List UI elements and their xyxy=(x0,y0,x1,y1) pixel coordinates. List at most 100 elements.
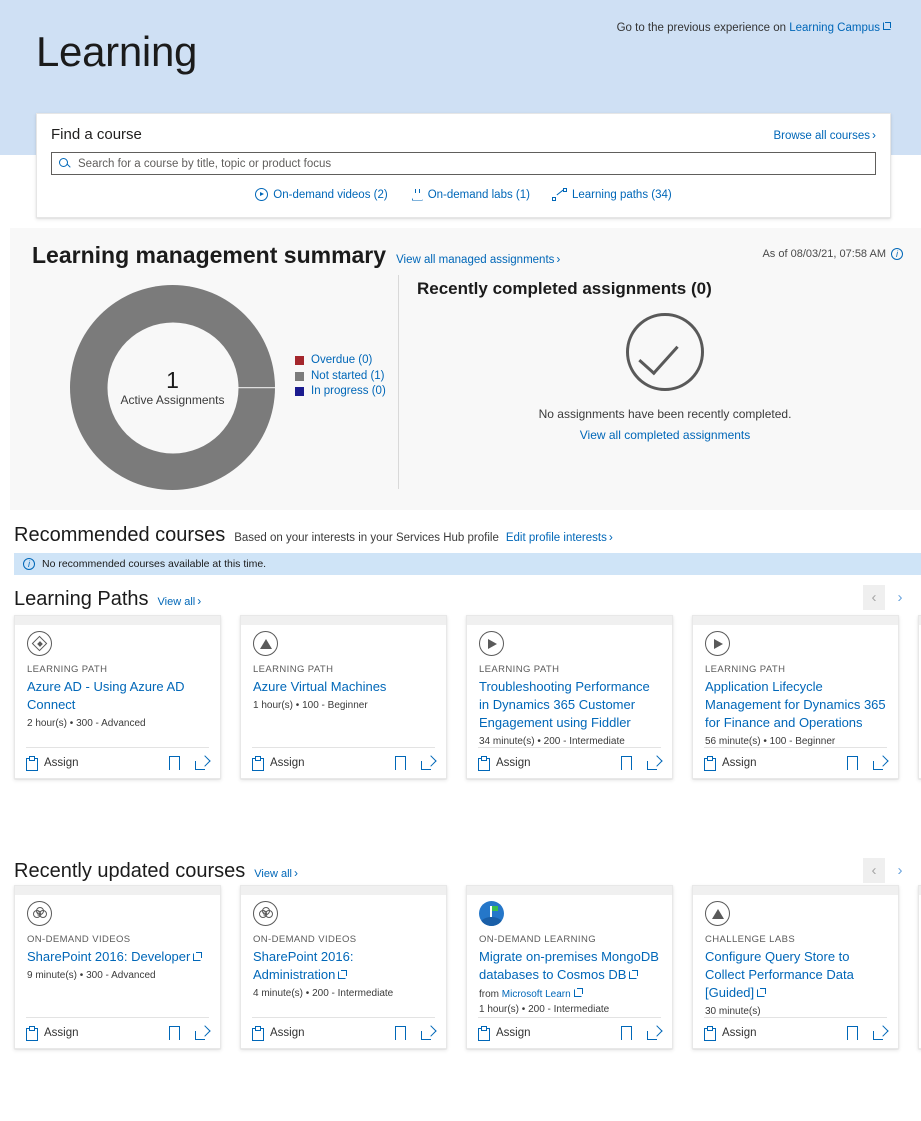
category-label: Learning paths (34) xyxy=(571,188,672,201)
edit-profile-interests-link[interactable]: Edit profile interests xyxy=(506,530,613,544)
recently-completed-empty-text: No assignments have been recently comple… xyxy=(538,407,792,421)
course-card[interactable]: ON-DEMAND LEARNING Migrate on-premises M… xyxy=(466,885,673,1049)
assign-button[interactable]: Assign xyxy=(704,756,757,771)
card-kicker: LEARNING PATH xyxy=(479,664,560,675)
recommended-courses-info-text: No recommended courses available at this… xyxy=(42,558,267,570)
donut-legend: Overdue (0) Not started (1) In progress … xyxy=(295,353,386,400)
share-icon[interactable] xyxy=(195,757,209,770)
bookmark-icon[interactable] xyxy=(395,756,406,770)
page-title: Learning xyxy=(36,28,198,75)
learning-paths-next-button[interactable]: › xyxy=(889,585,911,610)
info-icon[interactable] xyxy=(891,248,903,261)
find-a-course-title: Find a course xyxy=(51,126,142,143)
card-meta: 34 minute(s) • 200 - Intermediate xyxy=(479,736,625,747)
bookmark-icon[interactable] xyxy=(169,1026,180,1040)
learning-campus-link[interactable]: Learning Campus xyxy=(789,22,880,34)
card-color-band xyxy=(467,886,672,895)
microsoft-learn-link[interactable]: Microsoft Learn xyxy=(502,989,571,1000)
assign-button[interactable]: Assign xyxy=(478,1026,531,1041)
play-circle-icon xyxy=(705,631,730,656)
course-card[interactable]: S ON-DEMAND VIDEOS SharePoint 2016: Deve… xyxy=(14,885,221,1049)
card-color-band xyxy=(15,616,220,625)
view-all-managed-assignments-link[interactable]: View all managed assignments xyxy=(396,252,560,266)
assign-clipboard-icon xyxy=(26,1026,38,1041)
assign-button[interactable]: Assign xyxy=(704,1026,757,1041)
card-title-link[interactable]: Migrate on-premises MongoDB databases to… xyxy=(479,948,660,984)
recently-updated-header: Recently updated courses View all xyxy=(14,860,298,883)
share-icon[interactable] xyxy=(421,1027,435,1040)
search-input[interactable] xyxy=(76,156,869,171)
category-learning-paths[interactable]: Learning paths (34) xyxy=(551,188,672,201)
legend-item-overdue[interactable]: Overdue (0) xyxy=(295,353,386,369)
card-title-link[interactable]: Troubleshooting Performance in Dynamics … xyxy=(479,678,660,732)
learning-paths-carousel[interactable]: LEARNING PATH Azure AD - Using Azure AD … xyxy=(14,615,921,779)
assign-button[interactable]: Assign xyxy=(252,1026,305,1041)
learning-paths-view-all-link[interactable]: View all xyxy=(158,594,202,608)
view-all-completed-assignments-link[interactable]: View all completed assignments xyxy=(409,428,921,442)
assign-button[interactable]: Assign xyxy=(26,756,79,771)
assign-clipboard-icon xyxy=(478,1026,490,1041)
category-on-demand-videos[interactable]: On-demand videos (2) xyxy=(255,188,388,201)
card-title-link[interactable]: Application Lifecycle Management for Dyn… xyxy=(705,678,886,732)
share-icon[interactable] xyxy=(873,1027,887,1040)
as-of-timestamp: As of 08/03/21, 07:58 AM xyxy=(762,248,903,261)
external-link-icon xyxy=(193,952,203,961)
share-icon[interactable] xyxy=(647,757,661,770)
legend-item-not-started[interactable]: Not started (1) xyxy=(295,369,386,385)
share-icon[interactable] xyxy=(421,757,435,770)
bookmark-icon[interactable] xyxy=(169,756,180,770)
card-footer-actions xyxy=(621,756,661,770)
legend-label: Overdue (0) xyxy=(311,354,373,366)
recommended-courses-header: Recommended courses Based on your intere… xyxy=(14,524,613,547)
sharepoint-icon: S xyxy=(27,901,52,926)
bookmark-icon[interactable] xyxy=(621,756,632,770)
card-title-link[interactable]: Azure Virtual Machines xyxy=(253,678,434,696)
card-kicker: LEARNING PATH xyxy=(705,664,786,675)
card-footer-actions xyxy=(847,1026,887,1040)
search-box[interactable] xyxy=(51,152,876,175)
assign-button[interactable]: Assign xyxy=(252,756,305,771)
assign-label: Assign xyxy=(270,757,305,769)
browse-all-courses-link[interactable]: Browse all courses xyxy=(773,128,876,142)
external-link-icon xyxy=(883,22,891,30)
category-label: On-demand labs (1) xyxy=(427,188,530,201)
course-card[interactable]: S ON-DEMAND VIDEOS SharePoint 2016: Admi… xyxy=(240,885,447,1049)
card-kicker: CHALLENGE LABS xyxy=(705,934,796,945)
card-title-link[interactable]: SharePoint 2016: Administration xyxy=(253,948,434,984)
bookmark-icon[interactable] xyxy=(395,1026,406,1040)
legend-item-in-progress[interactable]: In progress (0) xyxy=(295,384,386,400)
learning-path-card[interactable]: LEARNING PATH Azure Virtual Machines 1 h… xyxy=(240,615,447,779)
course-card[interactable]: CHALLENGE LABS Configure Query Store to … xyxy=(692,885,899,1049)
recently-updated-prev-button[interactable]: ‹ xyxy=(863,858,885,883)
card-footer: Assign xyxy=(704,747,887,778)
recommended-courses-subtitle: Based on your interests in your Services… xyxy=(234,532,499,544)
recently-updated-carousel[interactable]: S ON-DEMAND VIDEOS SharePoint 2016: Deve… xyxy=(14,885,921,1049)
bookmark-icon[interactable] xyxy=(621,1026,632,1040)
assign-button[interactable]: Assign xyxy=(478,756,531,771)
card-kicker: LEARNING PATH xyxy=(27,664,108,675)
bookmark-icon[interactable] xyxy=(847,1026,858,1040)
empty-state-illustration xyxy=(409,313,921,391)
share-icon[interactable] xyxy=(647,1027,661,1040)
recently-updated-view-all-link[interactable]: View all xyxy=(254,866,298,880)
card-title-link[interactable]: SharePoint 2016: Developer xyxy=(27,948,208,966)
assign-button[interactable]: Assign xyxy=(26,1026,79,1041)
card-kicker: ON-DEMAND LEARNING xyxy=(479,934,596,945)
assign-clipboard-icon xyxy=(26,756,38,771)
card-title-link[interactable]: Configure Query Store to Collect Perform… xyxy=(705,948,886,1002)
bookmark-icon[interactable] xyxy=(847,756,858,770)
category-on-demand-labs[interactable]: On-demand labs (1) xyxy=(410,188,530,201)
learning-path-card[interactable]: LEARNING PATH Troubleshooting Performanc… xyxy=(466,615,673,779)
share-icon[interactable] xyxy=(195,1027,209,1040)
previous-experience-label: Go to the previous experience on xyxy=(616,22,787,34)
donut-center-value: 1 xyxy=(166,366,179,393)
learning-paths-prev-button[interactable]: ‹ xyxy=(863,585,885,610)
assign-label: Assign xyxy=(496,1027,531,1039)
learning-path-card[interactable]: LEARNING PATH Application Lifecycle Mana… xyxy=(692,615,899,779)
learning-path-card[interactable]: LEARNING PATH Azure AD - Using Azure AD … xyxy=(14,615,221,779)
share-icon[interactable] xyxy=(873,757,887,770)
card-title-link[interactable]: Azure AD - Using Azure AD Connect xyxy=(27,678,208,714)
card-meta: 4 minute(s) • 200 - Intermediate xyxy=(253,988,394,999)
info-icon xyxy=(23,558,35,571)
recently-updated-next-button[interactable]: › xyxy=(889,858,911,883)
